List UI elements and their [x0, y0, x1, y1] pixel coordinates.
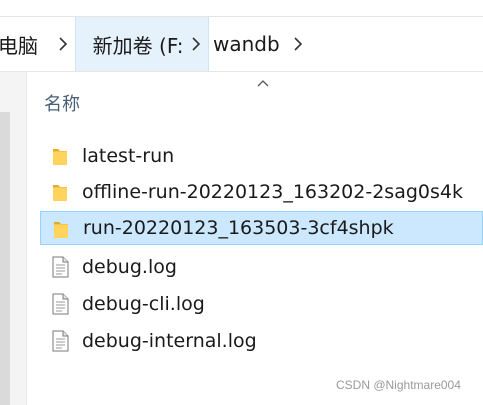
item-name: run-20220123_163503-3cf4shpk	[83, 217, 394, 239]
breadcrumb-wandb[interactable]: wandb	[213, 17, 280, 71]
breadcrumb-label-this-pc: 电脑	[0, 33, 38, 58]
text-file-icon	[50, 330, 70, 352]
window-top-strip	[0, 0, 483, 17]
column-header-name[interactable]: 名称	[44, 90, 80, 116]
file-row[interactable]: debug.log	[40, 250, 483, 284]
item-name: debug.log	[82, 256, 177, 278]
file-row[interactable]: debug-cli.log	[40, 287, 483, 321]
folder-icon	[50, 181, 70, 203]
chevron-right-icon[interactable]	[287, 17, 309, 71]
breadcrumb-label-drive-f: 新加卷 (F:)	[92, 33, 192, 58]
chevron-right-icon[interactable]	[184, 17, 208, 71]
breadcrumb-label-wandb: wandb	[213, 32, 280, 56]
folder-icon	[50, 145, 70, 167]
item-name: debug-internal.log	[82, 330, 257, 352]
scrollbar-thumb[interactable]	[0, 112, 10, 405]
folder-row[interactable]: run-20220123_163503-3cf4shpk	[40, 211, 483, 245]
text-file-icon	[50, 293, 70, 315]
address-bar[interactable]: 电脑 新加卷 (F:) wandb	[0, 17, 483, 72]
sort-ascending-icon	[257, 80, 269, 87]
chevron-right-icon[interactable]	[52, 17, 74, 71]
breadcrumb-this-pc[interactable]: 电脑	[0, 17, 50, 71]
item-name: latest-run	[82, 145, 175, 167]
item-name: debug-cli.log	[82, 293, 205, 315]
item-name: offline-run-20220123_163202-2sag0s4k	[82, 181, 463, 203]
folder-icon	[51, 218, 71, 240]
folder-row[interactable]: offline-run-20220123_163202-2sag0s4k	[40, 175, 483, 209]
folder-row[interactable]: latest-run	[40, 139, 483, 173]
text-file-icon	[50, 256, 70, 278]
file-row[interactable]: debug-internal.log	[40, 324, 483, 358]
navigation-pane[interactable]	[0, 72, 27, 405]
watermark-text: CSDN @Nightmare004	[336, 378, 461, 392]
